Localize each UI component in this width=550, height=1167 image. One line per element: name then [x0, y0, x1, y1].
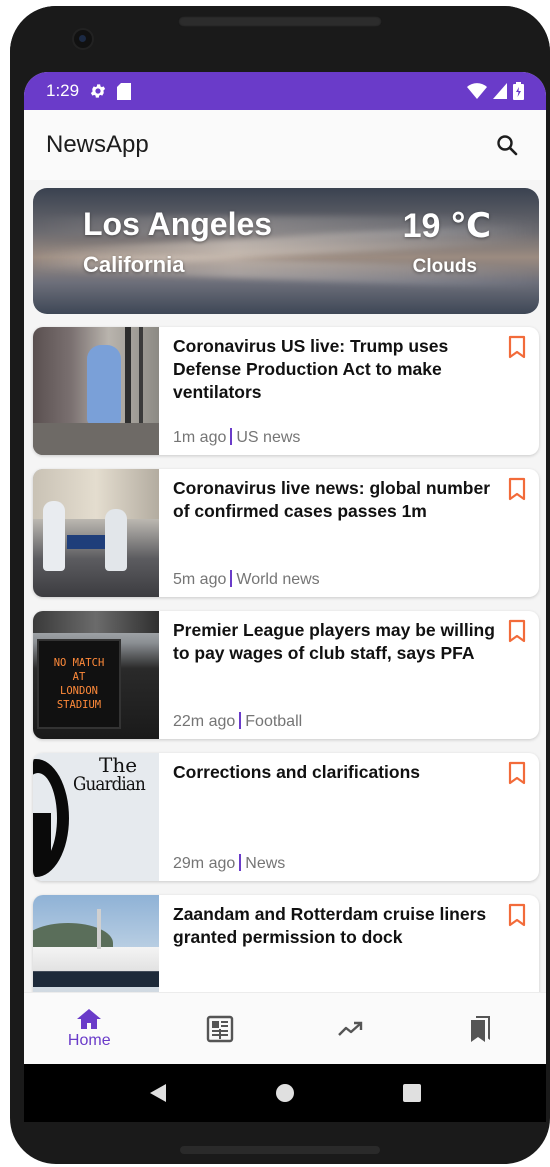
- news-meta: 22m ago Football: [173, 712, 302, 731]
- news-thumbnail: [33, 469, 159, 597]
- bookmark-outline-icon: [508, 903, 526, 927]
- app-title: NewsApp: [46, 131, 149, 158]
- news-title: Zaandam and Rotterdam cruise liners gran…: [173, 904, 487, 947]
- news-time: 29m ago: [173, 855, 236, 872]
- bottom-navigation: Home: [24, 992, 546, 1065]
- news-section: World news: [236, 571, 320, 588]
- search-icon: [497, 135, 518, 156]
- news-title: Coronavirus live news: global number of …: [173, 478, 491, 521]
- bookmark-outline-icon: [508, 761, 526, 785]
- news-thumbnail: The Guardian: [33, 753, 159, 881]
- guardian-logo-bar: [33, 813, 51, 863]
- phone-top-bezel: [10, 6, 550, 72]
- sd-card-icon: [117, 82, 132, 100]
- news-meta: 5m ago World news: [173, 570, 320, 589]
- phone-frame: 1:29 NewsApp Los Angeles California 19 ℃…: [10, 6, 550, 1164]
- recents-button[interactable]: [392, 1073, 432, 1113]
- trending-up-icon: [338, 1021, 363, 1036]
- weather-card[interactable]: Los Angeles California 19 ℃ Clouds: [33, 188, 539, 314]
- news-time: 1m ago: [173, 429, 227, 446]
- thumb-figure: [43, 501, 65, 571]
- news-meta: 29m ago News: [173, 854, 285, 873]
- settings-gear-icon: [89, 82, 107, 100]
- bookmark-button[interactable]: [507, 903, 527, 927]
- thumb-roof: [33, 611, 159, 633]
- news-item[interactable]: Coronavirus live news: global number of …: [33, 469, 539, 597]
- news-title: Corrections and clarifications: [173, 762, 421, 782]
- thumb-sign: NO MATCH AT LONDON STADIUM: [37, 639, 121, 729]
- search-button[interactable]: [490, 128, 524, 162]
- news-thumbnail: NO MATCH AT LONDON STADIUM: [33, 611, 159, 739]
- back-button[interactable]: [138, 1073, 178, 1113]
- meta-divider: [230, 428, 233, 445]
- thumb-sign-line: NO MATCH: [53, 657, 105, 669]
- bookmark-button[interactable]: [507, 619, 527, 643]
- news-time: 22m ago: [173, 713, 236, 730]
- news-item[interactable]: NO MATCH AT LONDON STADIUM Premier Leagu…: [33, 611, 539, 739]
- weather-state: California: [83, 252, 185, 277]
- nav-bookmarks[interactable]: [416, 993, 547, 1065]
- weather-city: Los Angeles: [83, 206, 273, 242]
- status-time: 1:29: [46, 81, 80, 100]
- nav-trending[interactable]: [285, 993, 416, 1065]
- home-system-button[interactable]: [265, 1073, 305, 1113]
- back-triangle-icon: [149, 1084, 166, 1102]
- weather-condition: Clouds: [412, 256, 477, 277]
- earpiece-speaker: [178, 16, 382, 27]
- battery-icon: [513, 82, 524, 100]
- thumb-figure: [87, 345, 121, 425]
- bookmark-outline-icon: [508, 477, 526, 501]
- meta-divider: [239, 854, 242, 871]
- front-camera: [74, 30, 92, 48]
- weather-temperature: 19 ℃: [402, 207, 491, 245]
- guardian-wordmark-2: Guardian: [73, 773, 146, 795]
- newspaper-icon: [206, 1015, 233, 1043]
- nav-home-label: Home: [67, 1032, 111, 1049]
- meta-divider: [239, 712, 242, 729]
- cell-signal-icon: [493, 83, 507, 99]
- thumb-mast: [97, 909, 101, 949]
- news-meta: 1m ago US news: [173, 428, 300, 447]
- wifi-icon: [467, 83, 487, 99]
- screen: 1:29 NewsApp Los Angeles California 19 ℃…: [24, 72, 546, 1122]
- news-list: Coronavirus US live: Trump uses Defense …: [33, 327, 539, 1037]
- thumb-figure: [105, 509, 127, 571]
- bookmark-outline-icon: [508, 619, 526, 643]
- system-navigation-bar: [24, 1064, 546, 1122]
- news-section: US news: [236, 429, 301, 446]
- news-title: Premier League players may be willing to…: [173, 620, 495, 663]
- bookmark-button[interactable]: [507, 477, 527, 501]
- home-circle-icon: [275, 1084, 294, 1102]
- status-bar: 1:29: [24, 72, 546, 110]
- thumb-sign-line: STADIUM: [56, 699, 102, 711]
- bookmarks-icon: [470, 1016, 490, 1042]
- news-section: Football: [245, 713, 303, 730]
- home-icon: [77, 1009, 102, 1029]
- news-thumbnail: [33, 327, 159, 455]
- thumb-sign-line: AT: [72, 671, 86, 683]
- nav-home[interactable]: Home: [24, 993, 155, 1065]
- nav-headlines[interactable]: [155, 993, 286, 1065]
- bookmark-button[interactable]: [507, 761, 527, 785]
- phone-bottom-speaker: [180, 1146, 380, 1154]
- news-title: Coronavirus US live: Trump uses Defense …: [173, 336, 449, 402]
- news-item[interactable]: Coronavirus US live: Trump uses Defense …: [33, 327, 539, 455]
- news-section: News: [245, 855, 286, 872]
- thumb-ground: [33, 423, 159, 455]
- news-time: 5m ago: [173, 571, 227, 588]
- thumb-ship: [33, 947, 159, 987]
- bookmark-button[interactable]: [507, 335, 527, 359]
- meta-divider: [230, 570, 233, 587]
- thumb-sign-line: LONDON: [60, 685, 98, 697]
- bookmark-outline-icon: [508, 335, 526, 359]
- news-item[interactable]: The Guardian Corrections and clarificati…: [33, 753, 539, 881]
- app-bar: NewsApp: [24, 110, 546, 180]
- recents-square-icon: [403, 1084, 422, 1102]
